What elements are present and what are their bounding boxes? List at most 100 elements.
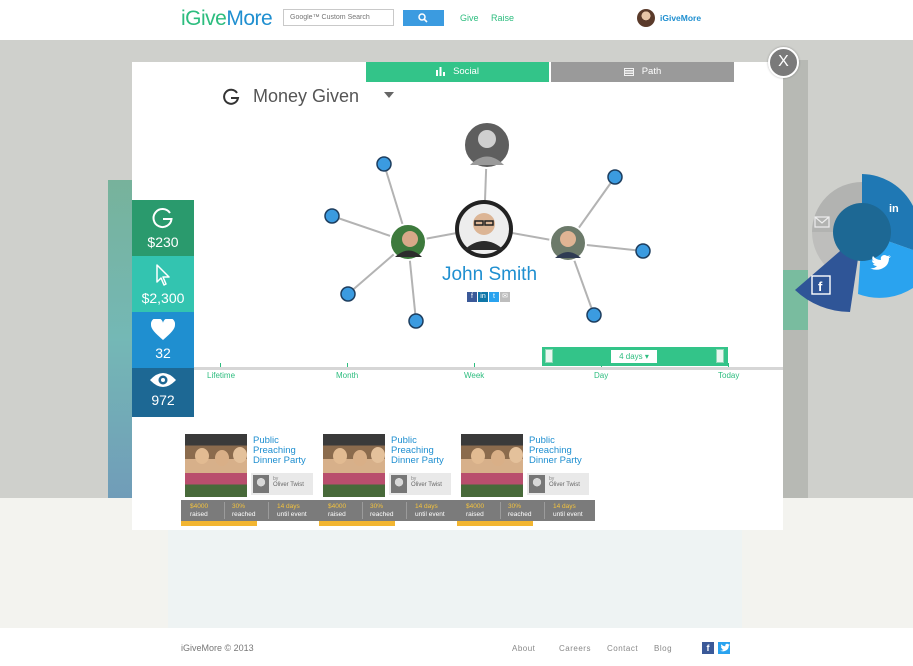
card-title[interactable]: Public Preaching Dinner Party bbox=[391, 436, 455, 466]
footer-link-contact[interactable]: Contact bbox=[607, 644, 638, 653]
card-raised-label: raised bbox=[190, 510, 208, 518]
card-author[interactable]: by Oliver Twist bbox=[251, 473, 313, 495]
metric-selector[interactable]: Money Given bbox=[253, 86, 359, 107]
card-reached-label: reached bbox=[232, 510, 256, 518]
range-handle-right[interactable] bbox=[716, 349, 724, 363]
tab-social[interactable]: Social bbox=[366, 62, 549, 82]
network-node[interactable] bbox=[324, 208, 340, 224]
logo[interactable]: iGiveMore bbox=[181, 7, 273, 31]
network-node[interactable] bbox=[340, 286, 356, 302]
stat-views: 972 bbox=[132, 368, 194, 417]
timeline-label-week[interactable]: Week bbox=[464, 371, 484, 380]
avatar bbox=[253, 475, 269, 493]
card-progress-bar bbox=[181, 521, 319, 526]
nav-give[interactable]: Give bbox=[460, 13, 479, 23]
card-progress-fill bbox=[181, 521, 257, 526]
card-header: Public Preaching Dinner Party by Oliver … bbox=[319, 432, 457, 498]
linkedin-icon[interactable]: in bbox=[889, 203, 899, 215]
user-menu[interactable]: iGiveMore bbox=[629, 5, 709, 32]
close-button[interactable]: X bbox=[768, 47, 799, 78]
card-progress-bar bbox=[457, 521, 595, 526]
search-icon bbox=[418, 13, 428, 23]
campaign-card[interactable]: Public Preaching Dinner Party by Oliver … bbox=[181, 432, 319, 527]
chevron-down-icon[interactable] bbox=[384, 92, 394, 98]
campaign-card[interactable]: Public Preaching Dinner Party by Oliver … bbox=[457, 432, 595, 527]
card-title[interactable]: Public Preaching Dinner Party bbox=[253, 436, 317, 466]
cursor-icon bbox=[156, 264, 170, 286]
card-reached-label: reached bbox=[508, 510, 532, 518]
linkedin-icon[interactable]: in bbox=[478, 292, 488, 302]
footer-link-careers[interactable]: Careers bbox=[559, 644, 591, 653]
card-photo[interactable] bbox=[185, 434, 247, 497]
divider bbox=[224, 502, 225, 519]
network-person-left[interactable] bbox=[389, 223, 427, 261]
person-share-icons: f in t ✉ bbox=[467, 292, 512, 302]
wheel-center bbox=[833, 203, 891, 261]
card-reached-value: 30% bbox=[508, 503, 522, 510]
footer-link-blog[interactable]: Blog bbox=[654, 644, 672, 653]
footer: iGiveMore © 2013 About Careers Contact B… bbox=[0, 628, 913, 666]
network-person-top[interactable] bbox=[463, 121, 511, 169]
timeline-label-day[interactable]: Day bbox=[594, 371, 608, 380]
card-raised-label: raised bbox=[328, 510, 346, 518]
network-node[interactable] bbox=[635, 243, 651, 259]
avatar bbox=[391, 475, 407, 493]
network-node[interactable] bbox=[607, 169, 623, 185]
timeline-label-lifetime[interactable]: Lifetime bbox=[207, 371, 235, 380]
tab-path[interactable]: Path bbox=[551, 62, 734, 82]
range-dropdown[interactable]: 4 days ▾ bbox=[611, 350, 657, 363]
card-raised-value: $4000 bbox=[190, 503, 209, 510]
card-progress-bar bbox=[319, 521, 457, 526]
divider bbox=[500, 502, 501, 519]
nav-raise[interactable]: Raise bbox=[491, 13, 514, 23]
search-input[interactable] bbox=[283, 9, 394, 26]
card-reached-value: 30% bbox=[370, 503, 384, 510]
network-person-right[interactable] bbox=[549, 224, 587, 262]
twitter-icon[interactable]: t bbox=[489, 292, 499, 302]
footer-link-about[interactable]: About bbox=[512, 644, 535, 653]
card-reached-label: reached bbox=[370, 510, 394, 518]
card-photo[interactable] bbox=[461, 434, 523, 497]
card-author-name: Oliver Twist bbox=[549, 482, 580, 488]
card-photo[interactable] bbox=[323, 434, 385, 497]
social-share-wheel: in f bbox=[795, 174, 913, 312]
tab-path-label: Path bbox=[641, 66, 662, 77]
timeline-label-month[interactable]: Month bbox=[336, 371, 358, 380]
card-progress-fill bbox=[457, 521, 533, 526]
footer-copyright: iGiveMore © 2013 bbox=[181, 643, 254, 653]
give-logo-icon bbox=[223, 88, 240, 105]
card-raised-value: $4000 bbox=[466, 503, 485, 510]
footer-facebook-icon[interactable]: f bbox=[702, 642, 714, 654]
range-handle-left[interactable] bbox=[545, 349, 553, 363]
campaign-card[interactable]: Public Preaching Dinner Party by Oliver … bbox=[319, 432, 457, 527]
logo-more: More bbox=[226, 7, 273, 30]
timeline-tick bbox=[474, 363, 475, 367]
timeline-track[interactable] bbox=[194, 367, 783, 370]
card-author[interactable]: by Oliver Twist bbox=[389, 473, 451, 495]
facebook-icon[interactable]: f bbox=[818, 279, 823, 294]
divider bbox=[406, 502, 407, 519]
timeline-tick bbox=[347, 363, 348, 367]
timeline-label-today[interactable]: Today bbox=[718, 371, 739, 380]
network-node[interactable] bbox=[586, 307, 602, 323]
timeline-range-selector[interactable]: 4 days ▾ bbox=[542, 347, 728, 366]
card-title[interactable]: Public Preaching Dinner Party bbox=[529, 436, 593, 466]
center-person-name[interactable]: John Smith bbox=[432, 264, 547, 286]
stat-views-value: 972 bbox=[151, 392, 175, 408]
divider bbox=[362, 502, 363, 519]
email-icon[interactable]: ✉ bbox=[500, 292, 510, 302]
stat-clicks: $2,300 bbox=[132, 256, 194, 312]
search-button[interactable] bbox=[403, 10, 444, 26]
card-days-value: 14 days bbox=[415, 503, 438, 510]
card-author[interactable]: by Oliver Twist bbox=[527, 473, 589, 495]
card-header: Public Preaching Dinner Party by Oliver … bbox=[181, 432, 319, 498]
footer-twitter-icon[interactable] bbox=[718, 642, 730, 654]
network-person-center[interactable] bbox=[455, 200, 513, 258]
stat-likes-value: 32 bbox=[155, 345, 171, 361]
card-days-label: until event bbox=[415, 510, 445, 518]
facebook-icon[interactable]: f bbox=[467, 292, 477, 302]
logo-give: iGive bbox=[181, 7, 227, 30]
network-node[interactable] bbox=[408, 313, 424, 329]
network-node[interactable] bbox=[376, 156, 392, 172]
card-header: Public Preaching Dinner Party by Oliver … bbox=[457, 432, 595, 498]
